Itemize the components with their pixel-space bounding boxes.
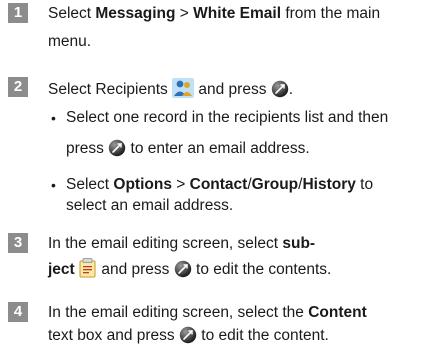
ok-key-icon (271, 80, 289, 98)
step-2-bullet-2-line-2: select an email address. (66, 197, 234, 214)
step-2-bullet-1-line-2: press to enter an email address. (66, 139, 310, 157)
step-number-badge: 4 (8, 302, 28, 322)
step-4-line-1: In the email editing screen, select the … (48, 304, 367, 321)
step-3-line-1: In the email editing screen, select sub- (48, 235, 316, 252)
bullet-marker: • (51, 177, 56, 193)
step-number-badge: 2 (8, 77, 28, 97)
recipients-icon (172, 78, 195, 98)
step-2-line-1: Select Recipients and press . (48, 78, 293, 100)
step-2-bullet-1-line-1: Select one record in the recipients list… (66, 109, 389, 126)
step-2-bullet-2-line-1: Select Options > Contact/Group/History t… (66, 176, 374, 193)
step-number-badge: 1 (8, 3, 28, 23)
step-1-line-1: Select Messaging > White Email from the … (48, 5, 381, 22)
menu-messaging: Messaging (95, 5, 176, 22)
bullet-marker: • (51, 110, 56, 126)
step-1-line-2: menu. (48, 33, 92, 50)
ok-key-icon (174, 260, 192, 278)
menu-white-email: White Email (193, 5, 282, 22)
subject-icon (79, 258, 97, 278)
step-3-line-2: ject and press to edit the contents. (48, 258, 331, 280)
step-4-line-2: text box and press to edit the content. (48, 326, 329, 344)
ok-key-icon (179, 326, 197, 344)
step-number-badge: 3 (8, 233, 28, 253)
ok-key-icon (108, 139, 126, 157)
